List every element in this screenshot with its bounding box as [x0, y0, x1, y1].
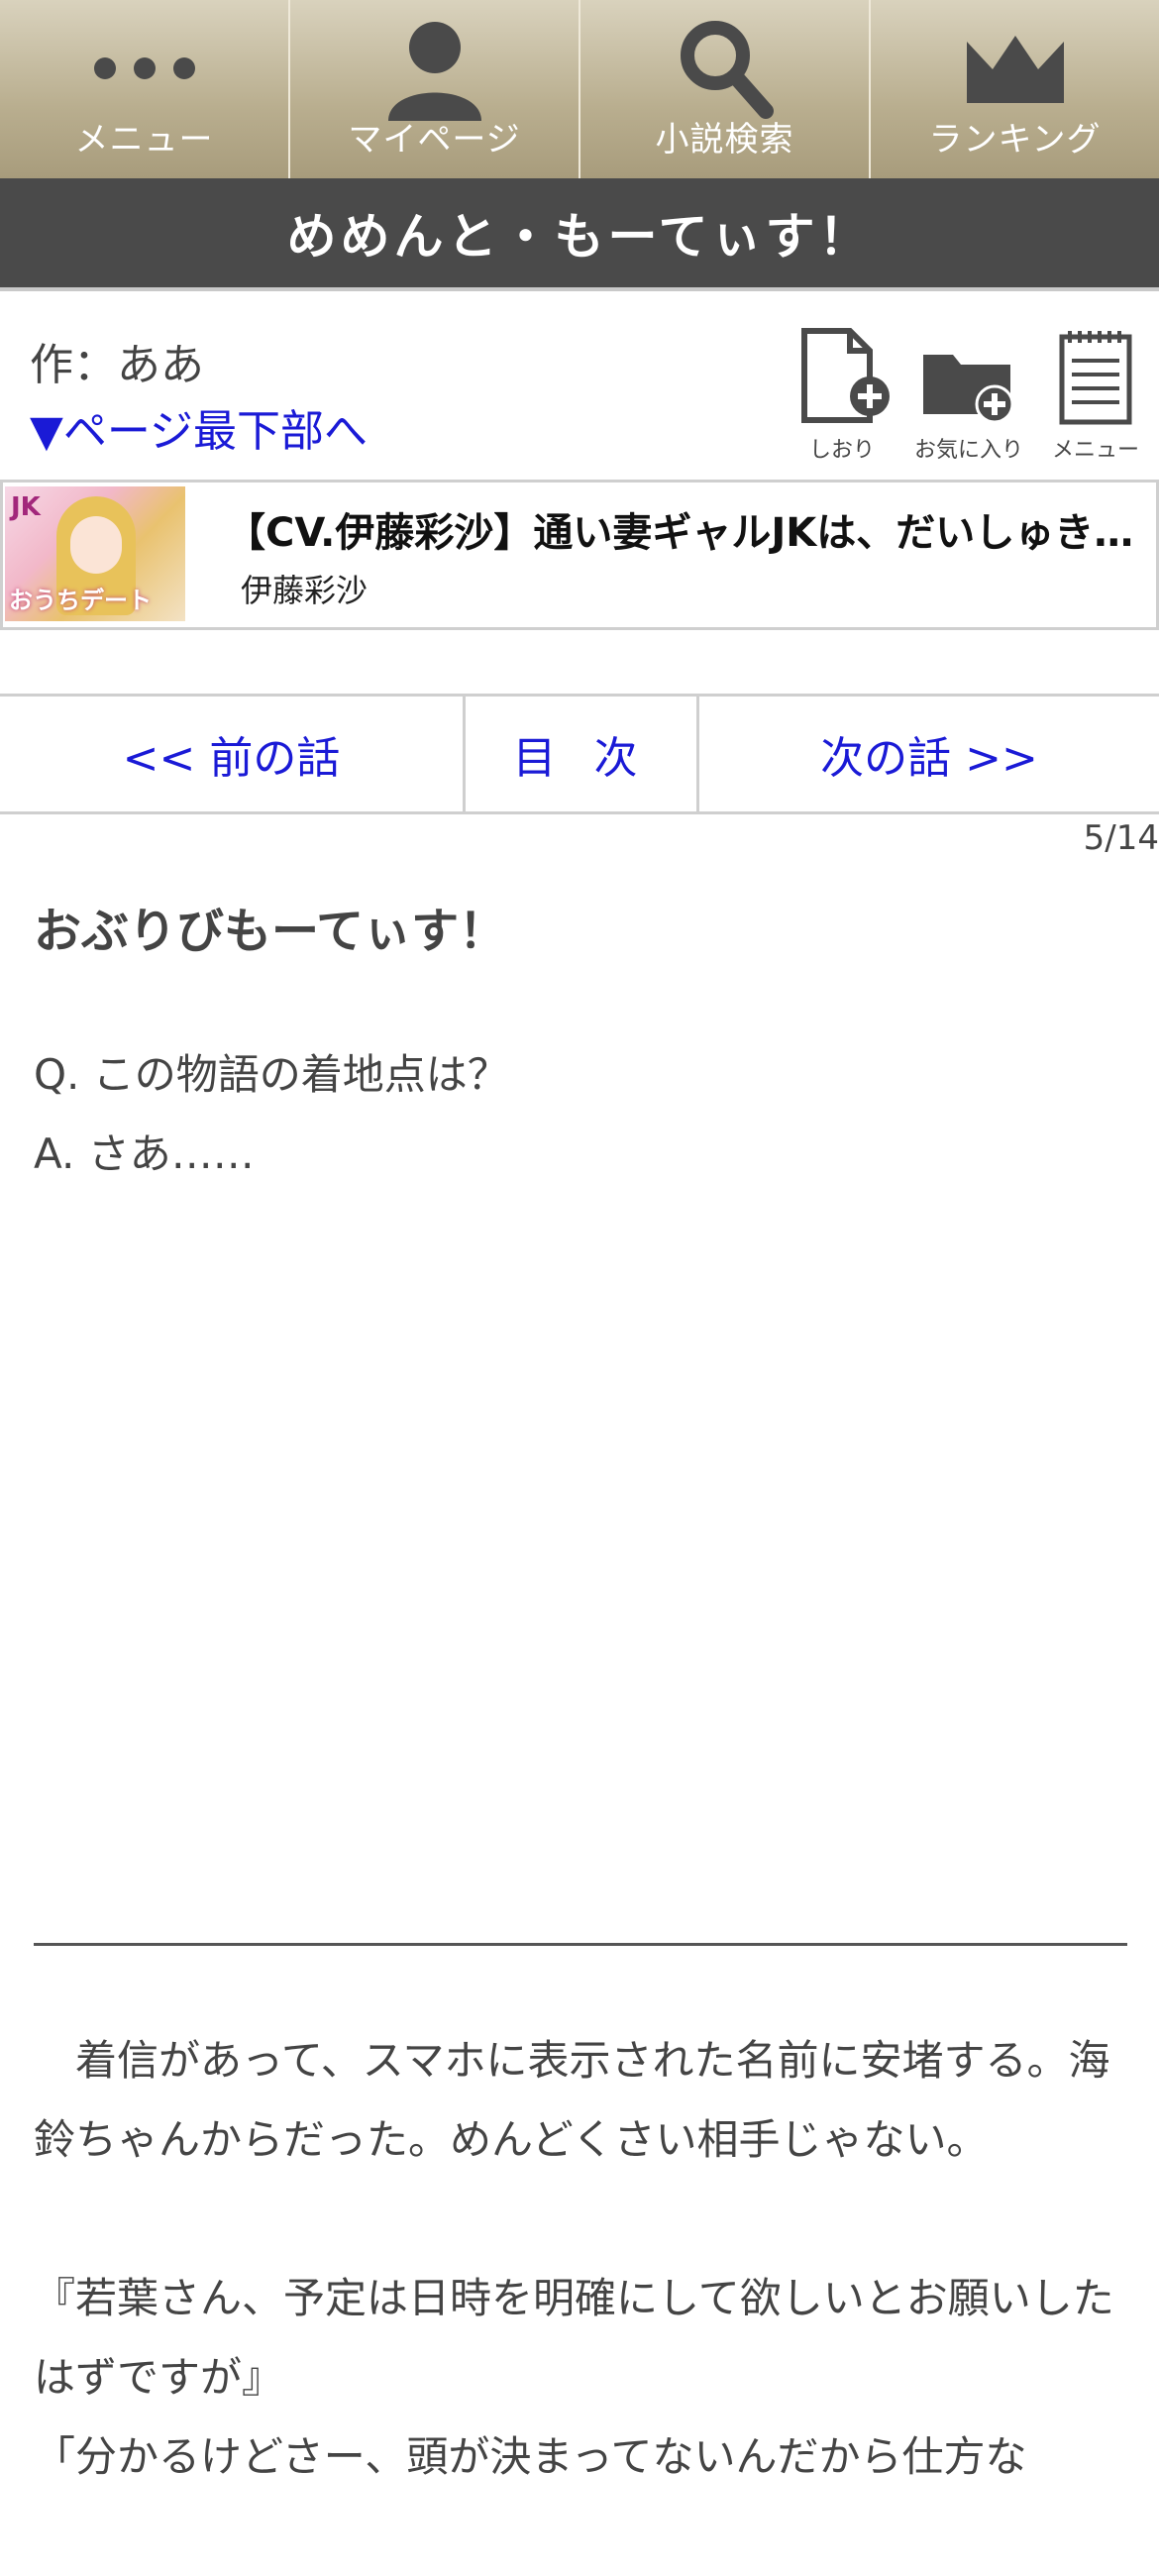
section-divider — [34, 1943, 1127, 1946]
prev-episode-link[interactable]: << 前の話 — [0, 697, 466, 811]
thumbnail-text-bottom: おうちデート — [9, 587, 152, 614]
preface: Q. この物語の着地点は？ A. さあ…… — [34, 1035, 509, 1194]
episode-navigation: << 前の話 目 次 次の話 >> — [0, 694, 1159, 814]
favorite-button[interactable]: お気に入り — [905, 317, 1032, 464]
nav-search-button[interactable]: 小説検索 — [580, 0, 871, 178]
banner-author: 伊藤彩沙 — [241, 572, 369, 609]
novel-title: めめんと・もーてぃす！ — [0, 178, 1159, 291]
nav-ranking-label: ランキング — [928, 120, 1102, 160]
nav-mypage-label: マイページ — [348, 120, 521, 160]
tool-icons: しおり お気に入り メニュー — [779, 317, 1159, 464]
dots-menu-icon — [0, 14, 288, 123]
favorite-label: お気に入り — [913, 438, 1023, 463]
chapter-body: 着信があって、スマホに表示された名前に安堵する。海鈴ちゃんからだった。めんどくさ… — [34, 2021, 1127, 2576]
nav-ranking-button[interactable]: ランキング — [871, 0, 1159, 178]
body-paragraph: 『若葉さん、予定は日時を明確にして欲しいとお願いしたはずですが』 — [34, 2274, 1114, 2402]
body-paragraph: 着信があって、スマホに表示された名前に安堵する。海鈴ちゃんからだった。めんどくさ… — [34, 2036, 1110, 2164]
table-of-contents-link[interactable]: 目 次 — [466, 697, 699, 811]
nav-mypage-button[interactable]: マイページ — [290, 0, 580, 178]
folder-add-icon — [905, 317, 1032, 426]
menu-button[interactable]: メニュー — [1032, 317, 1159, 464]
nav-search-label: 小説検索 — [655, 120, 794, 160]
nav-menu-label: メニュー — [74, 120, 214, 160]
author-label: 作：ああ — [30, 340, 204, 390]
bookmark-label: しおり — [808, 438, 875, 463]
menu-label: メニュー — [1051, 438, 1139, 463]
bookmark-button[interactable]: しおり — [779, 317, 905, 464]
crown-icon — [871, 14, 1159, 123]
banner-thumbnail: JK おうちデート — [5, 486, 185, 621]
preface-line: A. さあ…… — [34, 1129, 255, 1178]
nav-menu-button[interactable]: メニュー — [0, 0, 290, 178]
page-bottom-link[interactable]: ▼ページ最下部へ — [30, 395, 368, 459]
body-paragraph: 「分かるけどさー、頭が決まってないんだから仕方な — [34, 2432, 1027, 2481]
novel-meta: 作：ああ ▼ページ最下部へ しおり お気に入り メニュー — [0, 291, 1159, 489]
bookmark-add-icon — [779, 317, 905, 426]
next-episode-link[interactable]: 次の話 >> — [699, 697, 1159, 811]
promo-banner[interactable]: JK おうちデート 【CV.伊藤彩沙】通い妻ギャルJKは、だいしゅき… 伊藤彩沙 — [0, 480, 1159, 630]
notepad-menu-icon — [1032, 317, 1159, 426]
page-count: 5/14 — [1083, 818, 1159, 858]
chapter-title: おぶりびもーてぃす！ — [34, 904, 507, 959]
preface-line: Q. この物語の着地点は？ — [34, 1050, 509, 1099]
search-icon — [580, 14, 869, 123]
person-icon — [290, 14, 579, 123]
banner-title: 【CV.伊藤彩沙】通い妻ギャルJKは、だいしゅき… — [226, 510, 1134, 556]
thumbnail-text-top: JK — [11, 492, 41, 522]
top-navigation: メニュー マイページ 小説検索 ランキング — [0, 0, 1159, 178]
